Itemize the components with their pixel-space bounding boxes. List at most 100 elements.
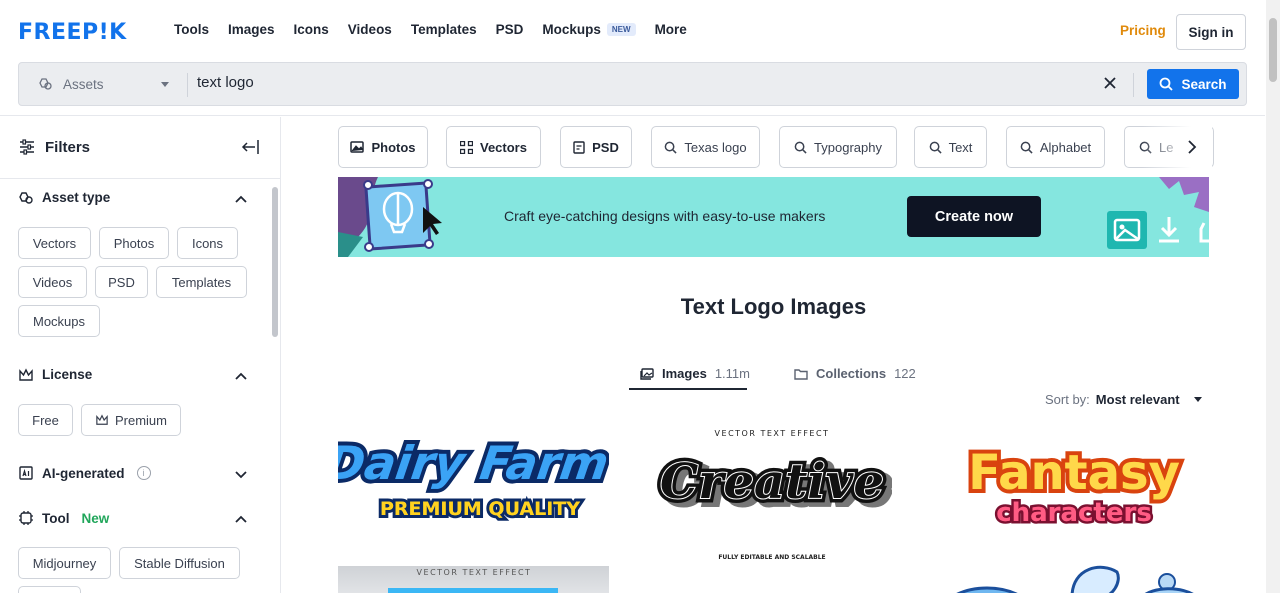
divider — [187, 73, 188, 97]
tab-label: Images — [662, 366, 707, 381]
tool-icon — [19, 511, 33, 525]
tab-collections[interactable]: Collections 122 — [794, 366, 916, 381]
asset-type-title: Asset type — [42, 190, 111, 205]
svg-text:characters: characters — [996, 498, 1152, 528]
tag-typography[interactable]: Typography — [779, 126, 897, 168]
svg-text:Fantasy: Fantasy — [968, 445, 1180, 501]
tool-title: Tool — [42, 510, 70, 526]
psd-icon — [573, 140, 585, 154]
tag-psd[interactable]: PSD — [560, 126, 632, 168]
nav-icons[interactable]: Icons — [294, 22, 329, 37]
nav-tools[interactable]: Tools — [174, 22, 209, 37]
scrollbar-thumb[interactable] — [1269, 18, 1277, 82]
search-input[interactable]: text logo — [197, 74, 254, 91]
chevron-up-icon[interactable] — [235, 195, 247, 203]
result-thumbnail-dairy-farm[interactable]: Dairy Farm Dairy Farm PREMIUM QUALITY PR… — [319, 417, 616, 547]
nav-label: Images — [228, 22, 275, 37]
svg-text:FULLY EDITABLE AND SCALABLE: FULLY EDITABLE AND SCALABLE — [718, 554, 825, 561]
tag-label: Alphabet — [1039, 139, 1092, 155]
sidebar-scrollbar[interactable] — [272, 187, 278, 337]
chevron-down-icon — [161, 82, 169, 87]
search-icon — [929, 141, 942, 154]
tag-photos[interactable]: Photos — [338, 126, 428, 168]
filter-psd[interactable]: PSD — [95, 266, 148, 298]
assets-icon — [39, 78, 52, 90]
filter-templates[interactable]: Templates — [156, 266, 247, 298]
collapse-sidebar-icon[interactable] — [241, 139, 259, 155]
create-now-button[interactable]: Create now — [907, 196, 1041, 237]
svg-text:Creative: Creative — [660, 454, 884, 510]
page-title: Text Logo Images — [680, 294, 867, 319]
filter-premium[interactable]: Premium — [81, 404, 181, 436]
search-icon — [794, 141, 807, 154]
asset-scope-select[interactable]: Assets — [19, 63, 187, 105]
search-button[interactable]: Search — [1147, 69, 1239, 99]
svg-text:VECTOR TEXT EFFECT: VECTOR TEXT EFFECT — [417, 568, 532, 577]
nav-psd[interactable]: PSD — [496, 22, 524, 37]
filter-stable-diffusion[interactable]: Stable Diffusion — [119, 547, 240, 579]
sort-dropdown[interactable]: Sort by: Most relevant — [1045, 392, 1202, 407]
folder-icon — [794, 368, 808, 380]
nav-label: More — [654, 22, 687, 37]
chevron-up-icon[interactable] — [235, 372, 247, 380]
result-thumbnail-creative[interactable]: VECTOR TEXT EFFECT Creative Creative Cre… — [652, 422, 895, 567]
nav-images[interactable]: Images — [228, 22, 275, 37]
close-icon[interactable] — [1103, 76, 1117, 90]
filter-videos[interactable]: Videos — [18, 266, 87, 298]
tab-count: 122 — [894, 366, 916, 381]
svg-text:Dairy Farm: Dairy Farm — [338, 436, 609, 490]
tag-text[interactable]: Text — [914, 126, 987, 168]
result-thumbnail-fantasy[interactable]: Fantasy Fantasy characters characters — [942, 427, 1207, 542]
crown-icon — [96, 414, 108, 425]
top-header: FREEP!K Tools Images Icons Videos Templa… — [0, 0, 1265, 116]
nav-videos[interactable]: Videos — [348, 22, 392, 37]
nav-mockups[interactable]: Mockups NEW — [542, 22, 636, 37]
result-thumbnail-partial[interactable] — [942, 557, 1207, 593]
filter-photos[interactable]: Photos — [99, 227, 169, 259]
crown-icon — [19, 367, 33, 381]
tag-label: PSD — [592, 139, 619, 155]
image-icon — [350, 141, 365, 153]
tag-label: Vectors — [480, 139, 527, 155]
filter-free[interactable]: Free — [18, 404, 73, 436]
filter-more-tools[interactable] — [18, 586, 81, 593]
tool-header[interactable]: Tool New — [18, 510, 109, 526]
license-title: License — [42, 367, 93, 382]
search-button-label: Search — [1181, 76, 1227, 92]
nav-label: Videos — [347, 22, 392, 37]
tag-label: Text — [948, 139, 973, 155]
page-scrollbar[interactable] — [1266, 0, 1280, 593]
pricing-link[interactable]: Pricing — [1120, 23, 1166, 38]
new-badge: NEW — [606, 23, 636, 36]
filter-icons[interactable]: Icons — [177, 227, 238, 259]
freepik-logo[interactable]: FREEP!K — [18, 19, 127, 45]
logo-text: FREEP!K — [18, 19, 127, 45]
chevron-up-icon[interactable] — [235, 515, 247, 523]
filter-mockups[interactable]: Mockups — [18, 305, 100, 337]
tag-texas-logo[interactable]: Texas logo — [651, 126, 760, 168]
chevron-right-icon[interactable] — [1187, 139, 1197, 155]
sign-in-button[interactable]: Sign in — [1176, 14, 1246, 50]
filter-vectors[interactable]: Vectors — [18, 227, 91, 259]
filter-midjourney[interactable]: Midjourney — [18, 547, 111, 579]
tab-images[interactable]: Images 1.11m — [640, 366, 750, 381]
tag-alphabet[interactable]: Alphabet — [1006, 126, 1105, 168]
info-icon[interactable]: i — [136, 466, 151, 480]
asset-type-header[interactable]: Asset type — [18, 190, 110, 205]
filters-header: Filters — [0, 117, 280, 179]
banner-illustration-right — [1107, 177, 1209, 249]
filters-sidebar: Filters Asset type Vectors Photos Icons … — [0, 117, 281, 593]
ai-generated-header[interactable]: AI-generated i — [18, 465, 151, 481]
sort-value: Most relevant — [1095, 392, 1180, 407]
search-icon — [1020, 141, 1033, 154]
tag-label: Typography — [814, 139, 882, 155]
result-thumbnail-vector-effect[interactable]: VECTOR TEXT EFFECT — [338, 566, 609, 593]
license-header[interactable]: License — [18, 367, 92, 382]
tab-label: Collections — [816, 366, 887, 381]
tag-vectors[interactable]: Vectors — [446, 126, 541, 168]
search-bar: Assets text logo Search — [18, 62, 1247, 106]
chevron-down-icon[interactable] — [235, 471, 247, 479]
nav-more[interactable]: More — [655, 22, 687, 37]
ai-icon — [19, 466, 33, 480]
nav-templates[interactable]: Templates — [411, 22, 477, 37]
